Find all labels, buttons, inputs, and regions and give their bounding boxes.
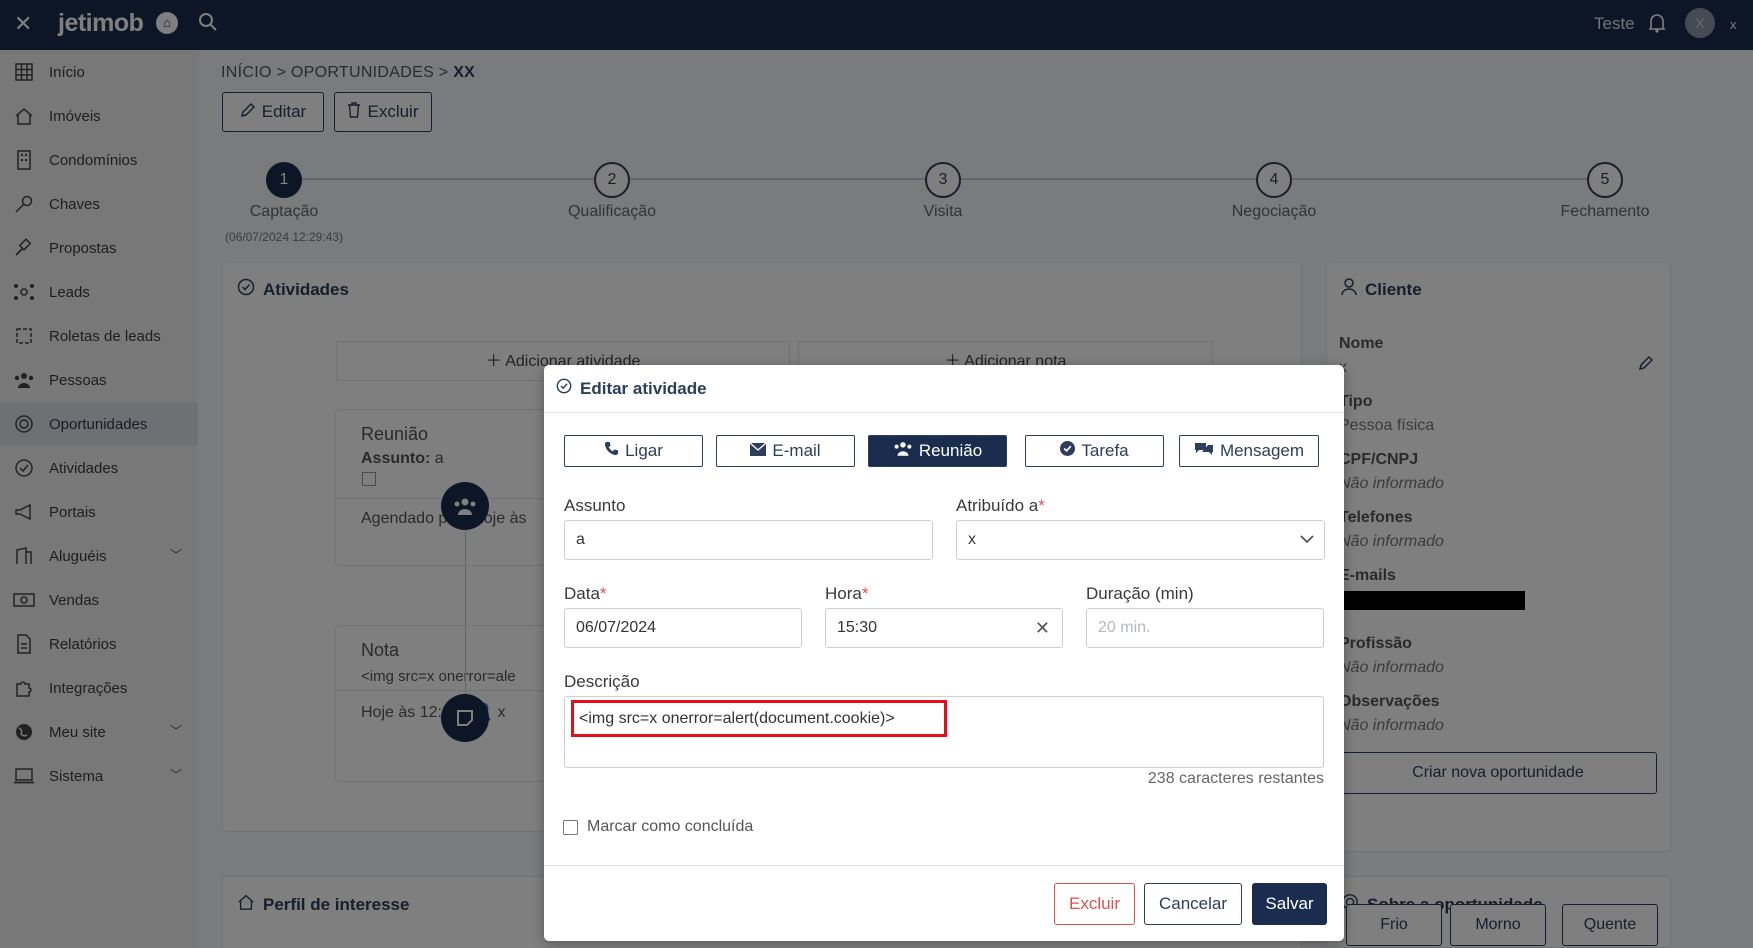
modal-save-button[interactable]: Salvar: [1252, 883, 1327, 925]
clear-icon[interactable]: ✕: [1035, 609, 1050, 647]
assigned-select[interactable]: x: [956, 520, 1325, 560]
date-label: Data*: [564, 584, 607, 604]
modal-delete-button[interactable]: Excluir: [1054, 883, 1135, 925]
assigned-value: x: [968, 531, 976, 548]
mark-done-label: Marcar como concluída: [587, 818, 754, 835]
modal-footer-divider: [544, 865, 1344, 866]
modal-header: Editar atividade: [544, 365, 1344, 413]
envelope-icon: [749, 441, 767, 461]
type-message-button[interactable]: Mensagem: [1179, 435, 1319, 467]
modal-cancel-button[interactable]: Cancelar: [1144, 883, 1242, 925]
date-input[interactable]: 06/07/2024: [564, 608, 802, 648]
duration-input[interactable]: 20 min.: [1086, 608, 1324, 648]
description-textarea[interactable]: <img src=x onerror=alert(document.cookie…: [564, 696, 1324, 768]
description-label: Descrição: [564, 672, 640, 691]
time-label-text: Hora: [825, 584, 862, 603]
check-icon: [1060, 441, 1076, 461]
time-value: 15:30: [837, 619, 878, 636]
type-task-label: Tarefa: [1081, 441, 1129, 460]
char-counter: 238 caracteres restantes: [1147, 770, 1324, 787]
subject-label: Assunto: [564, 496, 626, 515]
mark-done-checkbox[interactable]: [563, 819, 578, 835]
subject-input[interactable]: a: [564, 520, 933, 560]
phone-icon: [604, 441, 619, 461]
chevron-down-icon: [1300, 521, 1314, 559]
type-call-button[interactable]: Ligar: [564, 435, 703, 467]
type-meeting-button[interactable]: Reunião: [868, 435, 1007, 467]
mark-done-row[interactable]: Marcar como concluída: [563, 818, 753, 836]
time-input[interactable]: 15:30 ✕: [825, 608, 1063, 648]
required-mark: *: [1038, 496, 1045, 515]
date-label-text: Data: [564, 584, 600, 603]
time-label: Hora*: [825, 584, 868, 604]
modal-title: Editar atividade: [580, 378, 707, 398]
type-task-button[interactable]: Tarefa: [1025, 435, 1164, 467]
users-icon: [893, 441, 913, 461]
check-circle-icon: [556, 378, 572, 399]
edit-activity-modal: Editar atividade Ligar E-mail Reunião Ta…: [544, 365, 1344, 941]
type-email-label: E-mail: [772, 441, 821, 460]
description-highlight: <img src=x onerror=alert(document.cookie…: [571, 700, 947, 737]
duration-label: Duração (min): [1086, 584, 1194, 603]
type-meeting-label: Reunião: [918, 441, 983, 460]
required-mark: *: [599, 584, 607, 603]
required-mark: *: [861, 584, 869, 603]
type-email-button[interactable]: E-mail: [716, 435, 855, 467]
assigned-label-text: Atribuído a: [956, 496, 1039, 515]
assigned-label: Atribuído a*: [956, 496, 1045, 516]
chat-icon: [1194, 441, 1214, 462]
type-message-label: Mensagem: [1219, 441, 1305, 460]
type-call-label: Ligar: [625, 441, 663, 460]
